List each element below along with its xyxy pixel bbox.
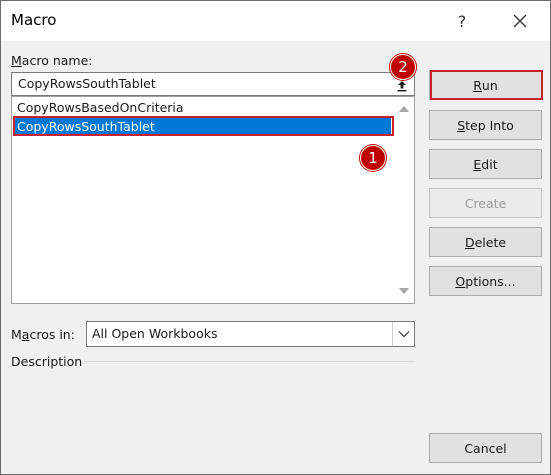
- scroll-down-icon[interactable]: [399, 288, 409, 294]
- step-badge-1: 1: [360, 145, 386, 171]
- macro-list[interactable]: CopyRowsBasedOnCriteria CopyRowsSouthTab…: [11, 96, 415, 304]
- macros-in-label: Macros in:: [11, 327, 75, 342]
- list-item[interactable]: CopyRowsBasedOnCriteria: [15, 99, 391, 116]
- description-label: Description: [11, 354, 83, 369]
- help-icon: ?: [457, 11, 467, 31]
- edit-button[interactable]: Edit: [429, 149, 542, 179]
- delete-button[interactable]: Delete: [429, 227, 542, 257]
- chevron-down-icon: [398, 331, 409, 338]
- list-scrollbar[interactable]: [396, 97, 414, 303]
- help-button[interactable]: ?: [439, 1, 485, 41]
- create-button: Create: [429, 188, 542, 218]
- macro-name-label: Macro name:: [11, 53, 93, 68]
- title-bar: Macro ?: [1, 1, 550, 41]
- upload-icon: [397, 81, 407, 92]
- close-icon: [513, 14, 527, 28]
- close-button[interactable]: [497, 1, 543, 41]
- macro-dialog: Macro ? Macro name: CopyRowsSouthTablet …: [0, 0, 551, 475]
- macros-in-dropdown-button[interactable]: [392, 322, 414, 346]
- run-highlight-box: [430, 70, 543, 100]
- macros-in-select[interactable]: All Open Workbooks: [86, 321, 415, 347]
- scroll-up-icon[interactable]: [399, 106, 409, 112]
- macro-name-input[interactable]: CopyRowsSouthTablet: [11, 72, 415, 96]
- step-badge-2: 2: [390, 54, 416, 80]
- step-into-button[interactable]: Step Into: [429, 110, 542, 140]
- selection-highlight-box: [13, 116, 394, 136]
- cancel-button[interactable]: Cancel: [429, 433, 542, 463]
- description-divider: [85, 361, 415, 362]
- options-button[interactable]: Options...: [429, 266, 542, 296]
- dialog-title: Macro: [11, 11, 57, 29]
